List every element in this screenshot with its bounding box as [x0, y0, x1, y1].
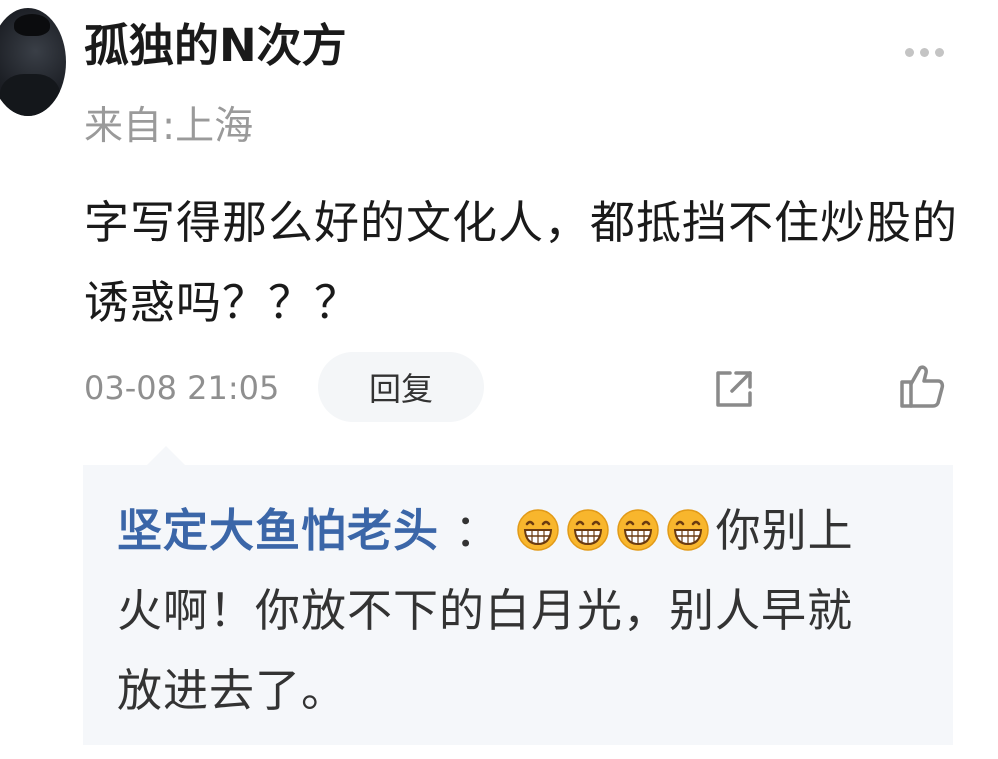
dot: [920, 47, 929, 57]
more-dots-icon[interactable]: [905, 44, 953, 60]
reply-text-block: 坚定大鱼怕老头 ： 你别上火啊！你放不下的白月光，别人早就放进去了。: [117, 491, 897, 731]
share-icon[interactable]: [710, 365, 758, 413]
reply-pointer: [146, 446, 186, 466]
grinning-face-emoji: [666, 509, 709, 551]
avatar-hair: [14, 14, 50, 36]
comment-location: 来自:上海: [84, 104, 254, 149]
avatar-shoulder: [0, 74, 60, 116]
comment-username[interactable]: 孤独的N次方: [84, 16, 347, 76]
grinning-face-emoji: [616, 509, 659, 551]
comment-timestamp: 03-08 21:05: [84, 369, 280, 407]
emoji-group: [516, 504, 716, 557]
reply-separator: ：: [439, 504, 501, 557]
dot: [905, 47, 914, 57]
avatar[interactable]: [0, 8, 66, 116]
reply-author-link[interactable]: 坚定大鱼怕老头: [117, 504, 439, 557]
reply-button[interactable]: 回复: [318, 352, 484, 422]
reply-preview[interactable]: 坚定大鱼怕老头 ： 你别上火啊！你放不下的白月光，别人早就放进去了。: [83, 465, 953, 745]
thumbs-up-icon[interactable]: [896, 360, 948, 412]
comment-text: 字写得那么好的文化人，都抵挡不住炒股的诱惑吗？？？: [84, 196, 959, 329]
dot: [935, 47, 944, 57]
grinning-face-emoji: [516, 509, 559, 551]
grinning-face-emoji: [566, 509, 609, 551]
